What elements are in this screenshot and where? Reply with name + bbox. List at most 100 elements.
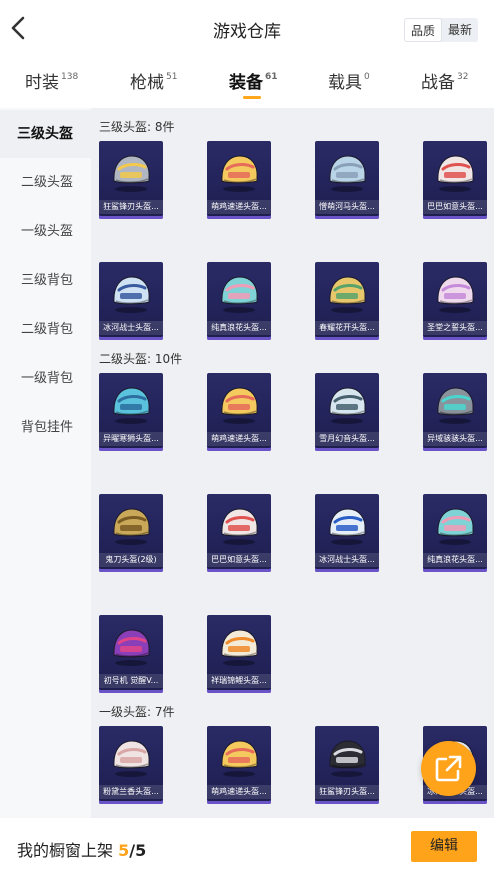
section-title: 二级头盔: 10件 (99, 352, 183, 366)
item-name: 祥瑞锦鲤头盔... (207, 674, 271, 688)
item-name: 纯真浪花头盔... (423, 553, 487, 567)
sidebar-item-level2-helmet[interactable]: 二级头盔 (0, 159, 91, 207)
item-card[interactable]: 巴巴如意头盔... (207, 494, 271, 572)
item-card[interactable]: 初号机 觉醒V... (99, 615, 163, 693)
item-grid: 三级头盔: 8件 狂鲨锋刃头盔... 萌鸡速递头盔... 憎萌河马头盔... 巴巴如意头… (91, 108, 494, 818)
item-name: 狂鲨锋刃头盔... (99, 200, 163, 214)
item-name: 春耀花开头盔... (315, 321, 379, 335)
helmet-icon (113, 508, 150, 545)
helmet-icon (437, 155, 474, 192)
item-card[interactable]: 萌鸡速递头盔... (207, 141, 271, 219)
tab-label: 时装 (25, 73, 59, 93)
item-card[interactable]: 巴巴如意头盔... (423, 141, 487, 219)
item-card[interactable]: 雪月幻音头盔... (315, 373, 379, 451)
item-card[interactable]: 异曜寒狮头盔... (99, 373, 163, 451)
item-card[interactable]: 祥瑞锦鲤头盔... (207, 615, 271, 693)
share-external-icon (435, 755, 462, 782)
item-name: 巴巴如意头盔... (423, 200, 487, 214)
item-name: 初号机 觉醒V... (99, 674, 163, 688)
helmet-icon (113, 276, 150, 313)
tab-equipment[interactable]: 装备 61 (229, 68, 278, 99)
tab-label: 载具 (328, 73, 362, 93)
showcase-status: 我的橱窗上架 5/5 (17, 837, 146, 861)
item-name: 憎萌河马头盔... (315, 200, 379, 214)
sidebar-item-backpack-charm[interactable]: 背包挂件 (0, 404, 91, 452)
sidebar: 三级头盔 二级头盔 一级头盔 三级背包 二级背包 一级背包 背包挂件 (0, 108, 91, 818)
item-card[interactable]: 粉黛兰香头盔... (99, 726, 163, 804)
item-card[interactable]: 萌鸡速递头盔... (207, 726, 271, 804)
helmet-icon (437, 508, 474, 545)
helmet-icon (329, 740, 366, 777)
item-card[interactable]: 狂鲨锋刃头盔... (99, 141, 163, 219)
tab-count: 61 (265, 72, 278, 82)
category-tabs: 时装 138 枪械 51 装备 61 载具 0 战备 32 (0, 58, 494, 108)
sort-option-quality[interactable]: 品质 (403, 18, 442, 42)
item-name: 萌鸡速递头盔... (207, 200, 271, 214)
edit-button[interactable]: 编辑 (411, 831, 477, 862)
item-name: 萌鸡速递头盔... (207, 432, 271, 446)
helmet-icon (221, 155, 258, 192)
tab-label: 装备 (229, 73, 263, 93)
section-title: 一级头盔: 7件 (99, 705, 175, 719)
helmet-icon (221, 740, 258, 777)
helmet-icon (437, 276, 474, 313)
helmet-icon (329, 387, 366, 424)
item-name: 雪月幻音头盔... (315, 432, 379, 446)
tab-supplies[interactable]: 战备 32 (421, 68, 468, 93)
tab-count: 51 (166, 72, 178, 82)
tab-label: 枪械 (130, 73, 164, 93)
item-name: 萌鸡速递头盔... (207, 785, 271, 799)
item-card[interactable]: 憎萌河马头盔... (315, 141, 379, 219)
item-name: 狂鲨锋刃头盔... (315, 785, 379, 799)
tab-count: 0 (364, 72, 370, 82)
helmet-icon (221, 508, 258, 545)
helmet-icon (329, 276, 366, 313)
sidebar-item-level2-backpack[interactable]: 二级背包 (0, 306, 91, 354)
helmet-icon (221, 629, 258, 666)
helmet-icon (221, 387, 258, 424)
item-card[interactable]: 纯真浪花头盔... (423, 494, 487, 572)
item-card[interactable]: 萌鸡速递头盔... (207, 373, 271, 451)
tab-label: 战备 (421, 73, 455, 93)
showcase-total: /5 (129, 841, 147, 860)
sort-toggle: 品质 最新 (403, 18, 478, 42)
item-card[interactable]: 鬼刀头盔(2级) (99, 494, 163, 572)
sidebar-item-level3-backpack[interactable]: 三级背包 (0, 257, 91, 305)
sort-option-latest[interactable]: 最新 (442, 18, 478, 42)
item-name: 鬼刀头盔(2级) (99, 553, 163, 567)
sidebar-item-level1-backpack[interactable]: 一级背包 (0, 355, 91, 403)
helmet-icon (113, 629, 150, 666)
tab-guns[interactable]: 枪械 51 (130, 68, 177, 93)
item-card[interactable]: 纯真浪花头盔... (207, 262, 271, 340)
helmet-icon (221, 276, 258, 313)
helmet-icon (437, 387, 474, 424)
item-name: 异曜寒狮头盔... (99, 432, 163, 446)
section-title: 三级头盔: 8件 (99, 120, 175, 134)
showcase-label: 我的橱窗上架 (17, 841, 114, 860)
item-name: 粉黛兰香头盔... (99, 785, 163, 799)
item-card[interactable]: 狂鲨锋刃头盔... (315, 726, 379, 804)
item-card[interactable]: 圣堂之誓头盔... (423, 262, 487, 340)
item-name: 异域骇骇头盔... (423, 432, 487, 446)
item-card[interactable]: 冰河战士头盔... (99, 262, 163, 340)
showcase-current-count: 5 (118, 841, 130, 860)
item-name: 纯真浪花头盔... (207, 321, 271, 335)
helmet-icon (113, 155, 150, 192)
item-name: 冰河战士头盔... (99, 321, 163, 335)
item-name: 圣堂之誓头盔... (423, 321, 487, 335)
helmet-icon (113, 387, 150, 424)
header-bar: 游戏仓库 品质 最新 (0, 0, 494, 58)
item-card[interactable]: 冰河战士头盔... (315, 494, 379, 572)
item-name: 冰河战士头盔... (315, 553, 379, 567)
helmet-icon (113, 740, 150, 777)
item-card[interactable]: 春耀花开头盔... (315, 262, 379, 340)
helmet-icon (329, 508, 366, 545)
item-name: 巴巴如意头盔... (207, 553, 271, 567)
share-button[interactable] (421, 741, 476, 796)
item-card[interactable]: 异域骇骇头盔... (423, 373, 487, 451)
sidebar-item-level1-helmet[interactable]: 一级头盔 (0, 208, 91, 256)
tab-count: 32 (457, 72, 469, 82)
tab-vehicles[interactable]: 载具 0 (328, 68, 370, 93)
tab-fashion[interactable]: 时装 138 (25, 68, 78, 93)
sidebar-item-level3-helmet[interactable]: 三级头盔 (0, 110, 91, 158)
